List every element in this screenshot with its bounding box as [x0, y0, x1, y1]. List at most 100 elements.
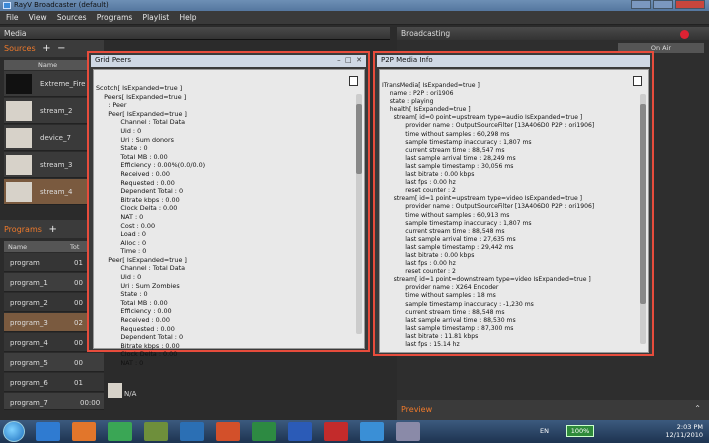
- maximize-button[interactable]: [653, 0, 673, 9]
- table-row[interactable]: program_7 00:00: [4, 393, 104, 410]
- media-info-line: stream[ id=0 point=upstream type=audio I…: [382, 114, 583, 122]
- scrollbar-thumb[interactable]: [640, 104, 646, 304]
- broadcasting-header: Broadcasting: [397, 27, 709, 40]
- media-info-line: stream[ id=1 point=upstream type=video I…: [382, 195, 583, 203]
- remove-source-icon[interactable]: −: [57, 43, 65, 54]
- menu-playlist[interactable]: Playlist: [143, 13, 170, 22]
- media-info-line: sample timestamp inaccuracy : 1,807 ms: [382, 219, 532, 227]
- column-name[interactable]: Name: [8, 243, 27, 251]
- media-info-titlebar[interactable]: P2P Media Info: [377, 55, 650, 67]
- grid-peers-line: Alloc : 0: [96, 238, 147, 247]
- media-info-line: time without samples : 60,913 ms: [382, 211, 510, 219]
- media-info-content[interactable]: ITransMedia[ IsExpanded=true ] name : P2…: [379, 69, 649, 353]
- table-row[interactable]: program_5 00: [4, 353, 104, 372]
- source-thumbnail: [6, 74, 32, 94]
- menu-programs[interactable]: Programs: [97, 13, 133, 22]
- program-name: program_6: [10, 379, 48, 387]
- program-value: 00:00: [80, 399, 101, 407]
- media-info-line: current stream time : 88,548 ms: [382, 227, 505, 235]
- chrome-icon[interactable]: [108, 422, 132, 441]
- preview-label: Preview: [401, 405, 433, 414]
- ie-icon[interactable]: [36, 422, 60, 441]
- add-source-icon[interactable]: +: [42, 43, 50, 54]
- grid-peers-window[interactable]: Grid Peers – □ ✕ Scotch[ IsExpanded=true…: [87, 51, 370, 367]
- taskbar: EN 100% 2:03 PM 12/11/2010: [0, 420, 709, 443]
- program-name: program_1: [10, 279, 48, 287]
- grid-peers-scrollbar[interactable]: [356, 94, 362, 334]
- program-value: 00: [74, 299, 83, 307]
- media-info-window[interactable]: P2P Media Info ITransMedia[ IsExpanded=t…: [373, 51, 654, 356]
- sources-title: Sources: [4, 44, 36, 53]
- program-value: 00: [74, 279, 83, 287]
- source-label: Extreme_Fire: [40, 80, 86, 88]
- rayv-icon[interactable]: [396, 422, 420, 441]
- media-info-line: time without samples : 18 ms: [382, 292, 496, 300]
- media-info-line: time without samples : 60,298 ms: [382, 130, 510, 138]
- source-thumbnail: [6, 128, 32, 148]
- menu-help[interactable]: Help: [179, 13, 196, 22]
- mail-icon[interactable]: [324, 422, 348, 441]
- media-info-line: name : P2P : ori1906: [382, 90, 454, 98]
- firefox-icon[interactable]: [72, 422, 96, 441]
- grid-peers-line: Uid : 0: [96, 126, 142, 135]
- grid-peers-line: Efficiency : 0.00%(0.0/0.0): [96, 161, 206, 170]
- grid-peers-line: Channel : Total Data: [96, 264, 186, 273]
- preview-panel[interactable]: Preview ⌃: [397, 400, 709, 420]
- excel-icon[interactable]: [252, 422, 276, 441]
- skype-icon[interactable]: [360, 422, 384, 441]
- grid-peers-line: Received : 0.00: [96, 169, 170, 178]
- program-value: 02: [74, 319, 83, 327]
- column-tot[interactable]: Tot: [70, 243, 79, 251]
- alert-icon[interactable]: [680, 30, 689, 39]
- start-button[interactable]: [3, 421, 25, 442]
- grid-peers-line: NAT : 0: [96, 212, 144, 221]
- powerpoint-icon[interactable]: [216, 422, 240, 441]
- word-icon[interactable]: [288, 422, 312, 441]
- grid-peers-line: Peers[ IsExpanded=true ]: [96, 92, 187, 101]
- media-info-scrollbar[interactable]: [640, 94, 646, 344]
- media-info-line: last fps : 0.00 hz: [382, 260, 456, 268]
- close-button[interactable]: [675, 0, 705, 9]
- program-value: 01: [74, 259, 83, 267]
- window-titlebar: RayV Broadcaster (default): [0, 0, 709, 11]
- grid-peers-line: Dependent Total : 0: [96, 187, 184, 196]
- media-info-line: provider name : X264 Encoder: [382, 284, 499, 292]
- battery-indicator[interactable]: 100%: [566, 425, 594, 437]
- copy-icon[interactable]: [633, 76, 642, 86]
- add-program-icon[interactable]: +: [48, 224, 56, 235]
- chevron-up-icon[interactable]: ⌃: [694, 404, 701, 413]
- app-icon[interactable]: [144, 422, 168, 441]
- source-label: stream_2: [40, 107, 73, 115]
- clock-date: 12/11/2010: [665, 431, 703, 439]
- menu-view[interactable]: View: [29, 13, 47, 22]
- table-row[interactable]: program_6 01: [4, 373, 104, 392]
- source-thumbnail: [6, 101, 32, 121]
- menu-file[interactable]: File: [6, 13, 19, 22]
- grid-peers-line: Dependent Total : 0: [96, 333, 184, 342]
- media-info-line: last sample arrival time : 28,249 ms: [382, 154, 516, 162]
- media-info-line: last sample timestamp : 29,442 ms: [382, 243, 514, 251]
- grid-peers-content[interactable]: Scotch[ IsExpanded=true ] Peers[ IsExpan…: [93, 69, 365, 367]
- media-info-line: sample timestamp inaccuracy : -1,230 ms: [382, 300, 534, 308]
- broadcasting-label: Broadcasting: [401, 29, 451, 38]
- dropbox-icon[interactable]: [180, 422, 204, 441]
- grid-peers-titlebar[interactable]: Grid Peers – □ ✕: [91, 55, 366, 67]
- grid-peers-line: Bitrate kbps : 0.00: [96, 341, 180, 350]
- na-thumbnail: [108, 383, 122, 398]
- grid-peers-line: Load : 0: [96, 230, 146, 239]
- media-info-line: sample timestamp inaccuracy : 1,807 ms: [382, 138, 532, 146]
- program-value: 00: [74, 339, 83, 347]
- grid-peers-line: State : 0: [96, 290, 148, 299]
- copy-icon[interactable]: [349, 76, 358, 86]
- grid-peers-line: State : 0: [96, 144, 148, 153]
- clock[interactable]: 2:03 PM 12/11/2010: [666, 423, 703, 439]
- scrollbar-thumb[interactable]: [356, 104, 362, 174]
- media-panel-header: Media: [0, 27, 390, 40]
- program-value: 00: [74, 359, 83, 367]
- window-title: RayV Broadcaster (default): [14, 1, 109, 9]
- grid-peers-window-controls[interactable]: – □ ✕: [337, 56, 362, 64]
- media-info-line: last bitrate : 11.81 kbps: [382, 332, 479, 340]
- menu-sources[interactable]: Sources: [57, 13, 87, 22]
- minimize-button[interactable]: [631, 0, 651, 9]
- language-indicator[interactable]: EN: [540, 427, 549, 435]
